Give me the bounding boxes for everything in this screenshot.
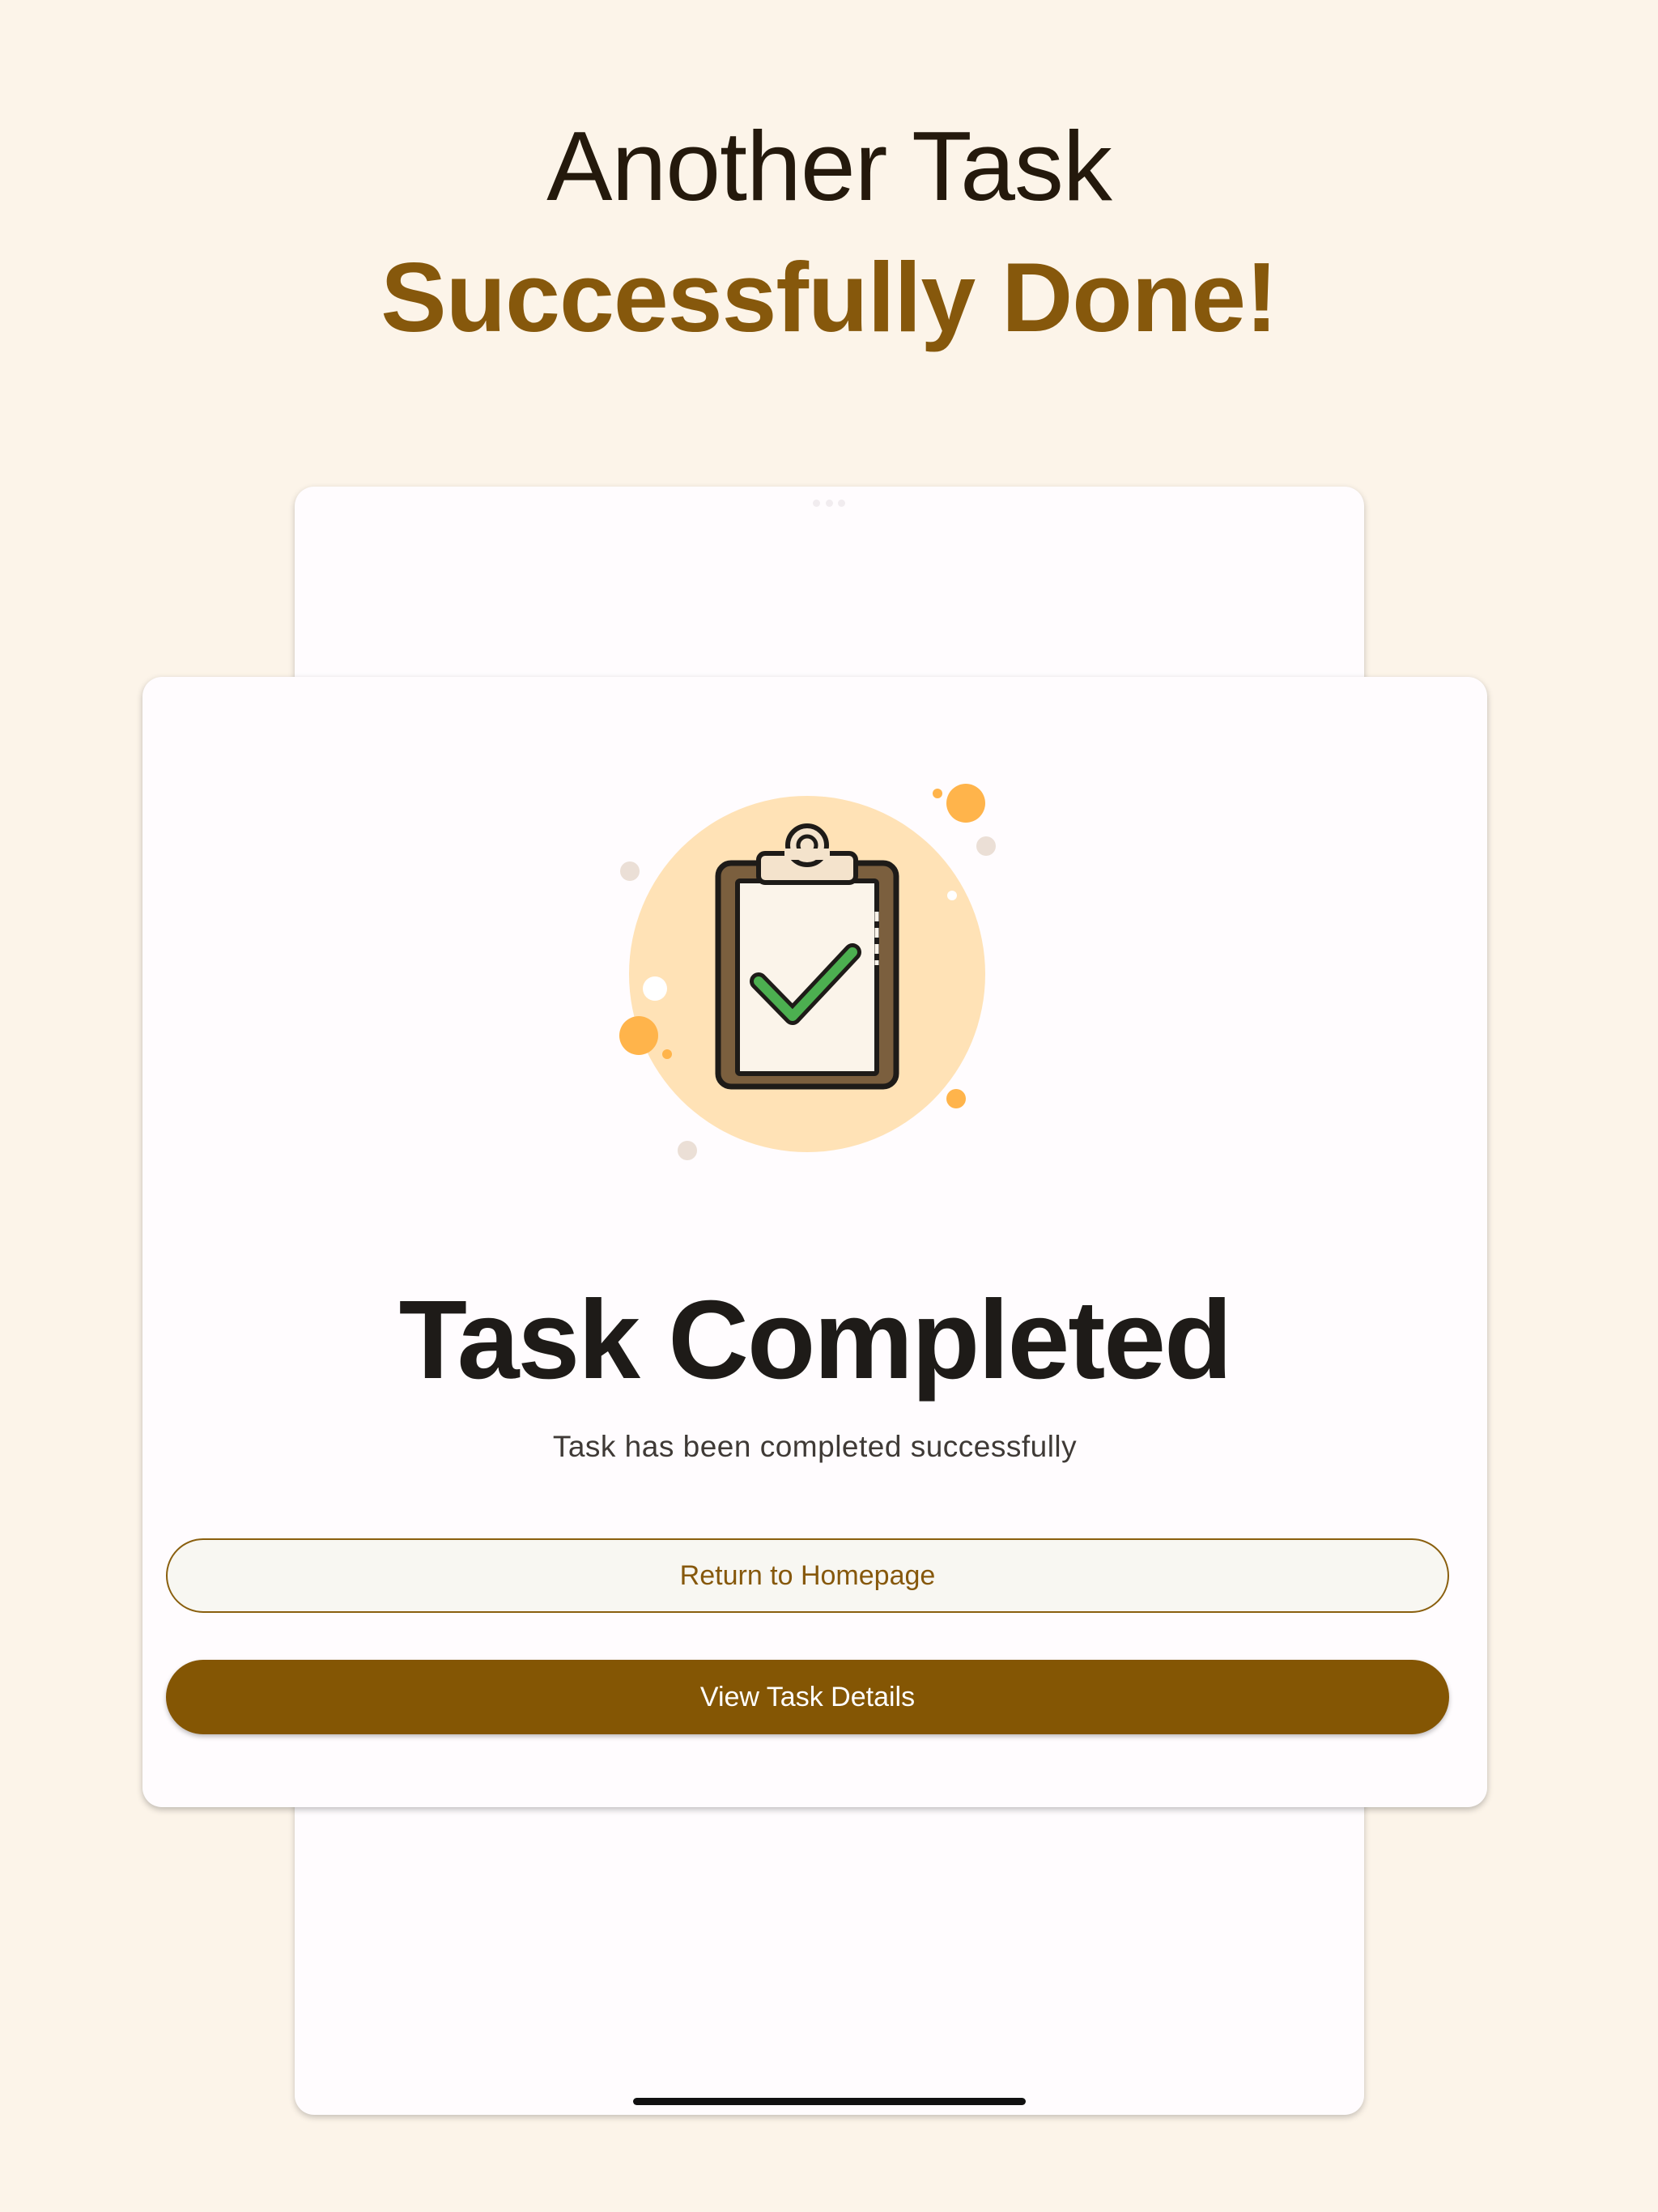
- home-indicator[interactable]: [633, 2098, 1026, 2105]
- headline-line-1: Another Task: [546, 111, 1112, 221]
- return-homepage-button[interactable]: Return to Homepage: [166, 1538, 1449, 1613]
- headline-line-2: Successfully Done!: [380, 242, 1278, 352]
- card-subtitle: Task has been completed successfully: [552, 1430, 1078, 1463]
- marketing-headline: Another Task Successfully Done!: [0, 113, 1658, 350]
- clipboard-check-icon: [619, 784, 996, 1160]
- card-title: Task Completed: [398, 1278, 1233, 1402]
- view-task-details-button[interactable]: View Task Details: [166, 1660, 1449, 1734]
- camera-dots: [813, 500, 845, 508]
